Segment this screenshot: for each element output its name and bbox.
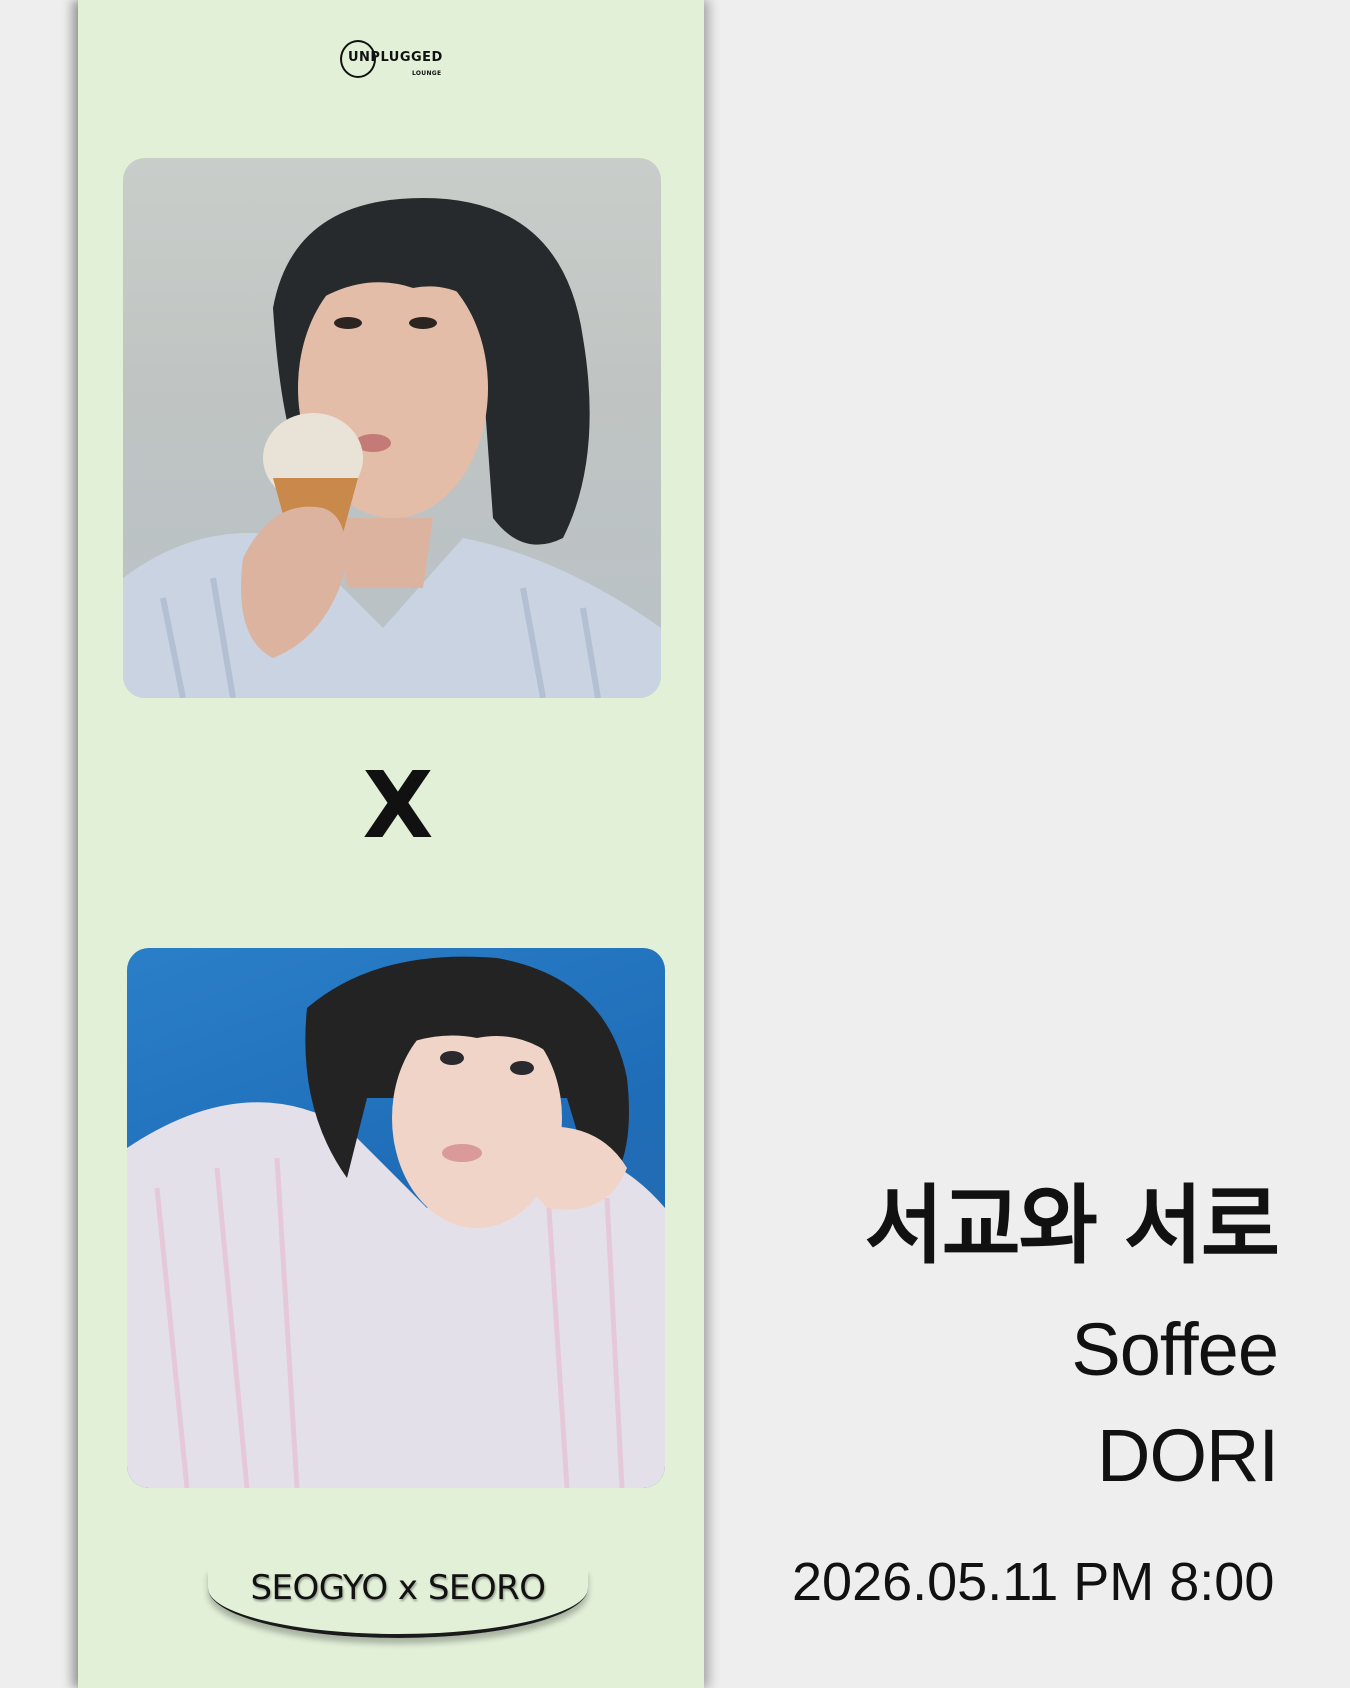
- logo-main-text: UNPLUGGED: [348, 50, 443, 65]
- event-badge: SEOGYO x SEORO: [208, 1562, 588, 1642]
- portrait-leaning-illustration: [127, 956, 665, 1488]
- unplugged-lounge-logo: UNPLUGGED LOUNGE: [340, 36, 450, 84]
- collab-x-mark: X: [362, 752, 434, 859]
- artist-name-2: DORI: [1097, 1414, 1279, 1497]
- artist-photo-bottom: [127, 948, 665, 1488]
- artist-photo-top: [123, 158, 661, 698]
- event-title: 서교와 서로: [864, 1176, 1280, 1276]
- badge-text: SEOGYO x SEORO: [250, 1568, 546, 1608]
- poster-strip: UNPLUGGED LOUNGE X SEOGYO x SEORO: [78, 0, 704, 1688]
- portrait-ice-cream-illustration: [123, 198, 661, 698]
- logo-sub-text: LOUNGE: [412, 70, 442, 77]
- event-datetime: 2026.05.11 PM 8:00: [792, 1552, 1275, 1612]
- artist-name-1: Soffee: [1071, 1308, 1279, 1391]
